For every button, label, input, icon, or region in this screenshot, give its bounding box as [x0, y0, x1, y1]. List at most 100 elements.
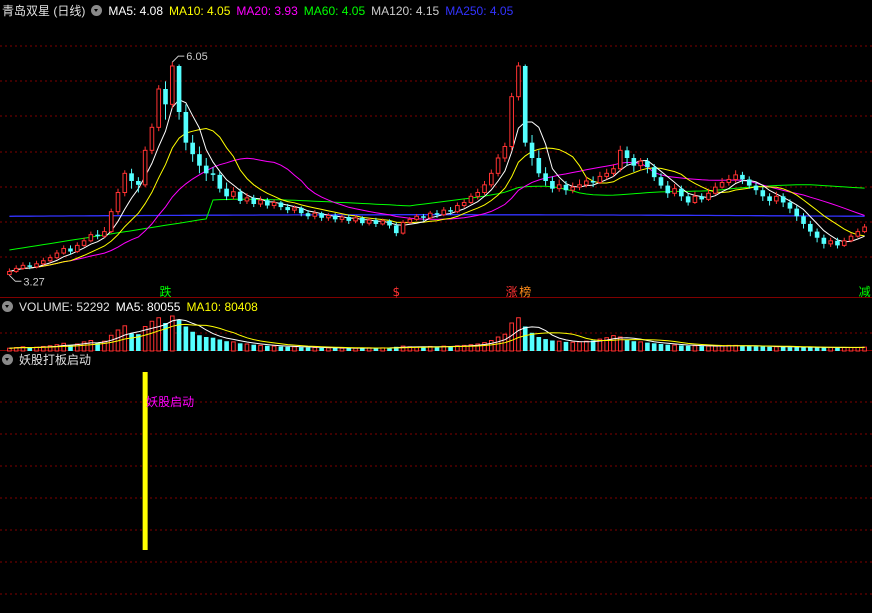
candle-body [753, 185, 759, 191]
candle-body [421, 216, 426, 218]
volume-bar [740, 345, 745, 351]
volume-bar [27, 347, 33, 351]
volume-bar [855, 347, 861, 352]
volume-bar [760, 346, 766, 351]
candle-body [380, 220, 386, 225]
candle-body [95, 234, 100, 237]
volume-bar [54, 344, 60, 352]
candle-body [305, 213, 311, 217]
candle-body [468, 195, 474, 203]
volume-bar [298, 347, 304, 351]
volume-bar [550, 340, 555, 351]
volume-bar [509, 322, 514, 352]
candle-body [265, 200, 270, 206]
volume-bar [543, 339, 548, 351]
candle-body [366, 219, 372, 224]
candle-body [339, 216, 345, 220]
candle-body [47, 257, 53, 262]
volume-bar [129, 333, 134, 351]
volume-bar [373, 348, 379, 351]
candle-body [712, 186, 718, 194]
candle-body [862, 226, 867, 233]
candle-body [590, 181, 596, 183]
candle-body [244, 197, 250, 202]
volume-bar [292, 346, 297, 352]
volume-bar [102, 340, 107, 352]
volume-bar [332, 347, 338, 351]
candle-body [679, 188, 684, 197]
candle-body [529, 142, 535, 158]
candle-body [543, 173, 548, 181]
volume-bar [814, 347, 820, 351]
volume-bar [244, 343, 250, 352]
volume-bar [536, 337, 542, 351]
candle-body [536, 158, 542, 174]
candle-body [801, 216, 806, 224]
candle-body [516, 65, 521, 98]
candle-body [740, 174, 745, 180]
volume-bar [522, 326, 528, 351]
candle-body [672, 188, 677, 194]
candle-body [115, 192, 121, 213]
candle-body [197, 154, 202, 166]
volume-bar [841, 347, 847, 352]
candle-body [102, 231, 107, 237]
candle-body [156, 88, 162, 128]
candle-body [482, 184, 487, 193]
volume-bar [108, 334, 114, 352]
candle-body [509, 96, 514, 147]
candle-body [183, 112, 189, 143]
candle-body [373, 220, 379, 224]
low-annotation: 3.27 [23, 276, 44, 288]
candle-body [285, 207, 290, 211]
volume-bar [203, 337, 209, 351]
candle-body [787, 202, 793, 209]
candle-body [224, 188, 229, 197]
candle-body [237, 191, 243, 201]
candle-body [855, 231, 861, 237]
candle-body [346, 217, 352, 221]
volume-bar [801, 347, 806, 351]
candle-body [407, 218, 413, 223]
volume-bar [224, 341, 229, 351]
event-marker: 涨 [506, 284, 518, 299]
event-marker: 跌 [159, 284, 171, 299]
volume-bar [665, 344, 671, 351]
candle-body [760, 190, 766, 197]
volume-bar [258, 344, 263, 352]
candle-body [502, 146, 508, 159]
candle-body [448, 210, 453, 212]
candle-body [169, 65, 175, 105]
candle-body [645, 161, 650, 168]
volume-bar [156, 317, 162, 352]
volume-bar [210, 337, 216, 351]
candle-body [685, 196, 691, 203]
candle-body [190, 142, 195, 155]
candle-body [556, 184, 562, 190]
candle-body [631, 158, 637, 166]
candle-body [68, 248, 73, 252]
candle-body [20, 264, 26, 269]
kline-chart[interactable]: 6.05 3.27 跌 $ 涨榜 减妖股启动 [0, 0, 872, 613]
candle-body [108, 211, 114, 233]
volume-bar [163, 323, 168, 351]
volume-bar [631, 341, 637, 351]
volume-bar [624, 339, 630, 351]
volume-bar [699, 346, 705, 351]
candle-body [414, 215, 419, 220]
volume-bar [271, 345, 277, 352]
candle-body [176, 66, 182, 112]
candle-body [597, 175, 603, 184]
candle-body [807, 223, 813, 232]
volume-bar [516, 317, 521, 352]
volume-bar [217, 339, 223, 351]
volume-bar [719, 345, 725, 352]
candle-body [400, 221, 406, 234]
candle-body [203, 165, 209, 174]
candle-body [61, 247, 67, 254]
candle-body [129, 173, 134, 181]
volume-bar [563, 341, 569, 351]
candle-body [387, 220, 392, 226]
volume-bar [326, 347, 331, 352]
candle-body [360, 217, 365, 224]
